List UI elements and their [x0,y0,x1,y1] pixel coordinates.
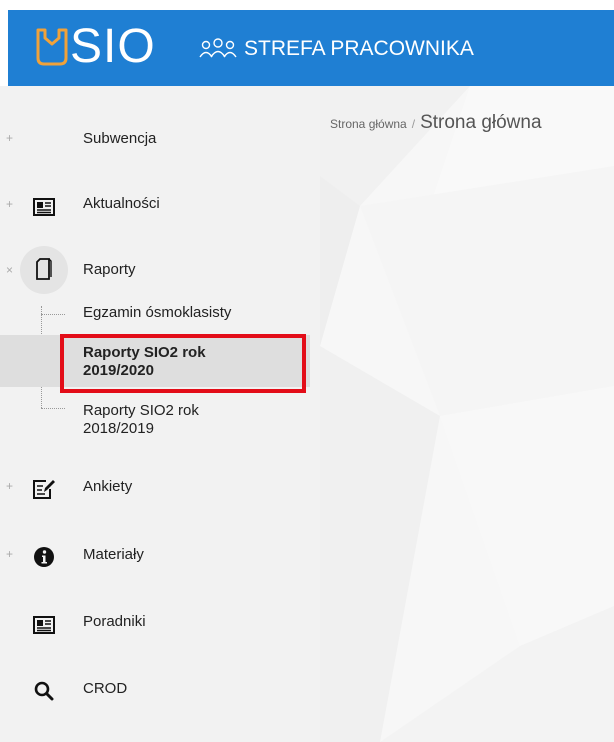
book-logo-icon [36,28,68,66]
newspaper-icon [24,610,64,640]
expand-icon[interactable]: + [6,548,13,560]
sidebar-item-materialy[interactable]: + Materiały [0,528,320,584]
document-icon [24,254,64,284]
sidebar-subitem-egzamin[interactable]: Egzamin ósmoklasisty [0,304,320,328]
expand-icon[interactable]: + [6,132,13,144]
zone-title: STREFA PRACOWNIKA [244,37,474,60]
info-icon [24,542,64,572]
breadcrumb-separator: / [411,117,416,131]
subitem-label-line2: 2018/2019 [83,420,154,437]
subitem-label: Egzamin ósmoklasisty [83,304,232,321]
search-icon [24,676,64,706]
edit-form-icon [24,474,64,504]
sidebar-item-aktualnosci[interactable]: + Aktualności [0,178,320,234]
breadcrumb-home-link[interactable]: Strona główna [330,117,407,131]
sidebar-item-ankiety[interactable]: + Ankiety [0,460,320,516]
sidebar-subitem-raporty-2018-2019[interactable]: Raporty SIO2 rok 2018/2019 [0,402,320,442]
expand-icon[interactable]: + [6,480,13,492]
newspaper-icon [24,192,64,222]
sidebar: + Subwencja + Aktualności × Raporty Egza… [0,86,320,742]
sidebar-item-label: Raporty [83,261,136,278]
sidebar-item-label: Ankiety [83,478,133,495]
breadcrumb: Strona główna / Strona główna [330,112,542,134]
sidebar-item-label: Aktualności [83,195,160,212]
collapse-icon[interactable]: × [6,264,13,276]
people-icon [199,38,237,58]
sidebar-item-raporty[interactable]: × Raporty [0,246,320,304]
sidebar-item-label: Poradniki [83,613,146,630]
background-pattern [320,86,614,742]
logo-text[interactable]: SIO [70,16,156,78]
expand-icon[interactable]: + [6,198,13,210]
sidebar-item-label: Materiały [83,546,144,563]
sidebar-item-label: CROD [83,680,128,697]
app-header: SIO STREFA PRACOWNIKA [8,10,614,86]
main-content [320,86,614,742]
breadcrumb-current: Strona główna [420,112,542,133]
sidebar-item-label: Subwencja [83,130,157,147]
sidebar-item-subwencja[interactable]: + Subwencja [0,112,320,168]
highlight-box [60,334,306,393]
subitem-label-line1: Raporty SIO2 rok [83,402,199,419]
sidebar-item-crod[interactable]: CROD [0,662,320,718]
sidebar-item-poradniki[interactable]: Poradniki [0,596,320,652]
